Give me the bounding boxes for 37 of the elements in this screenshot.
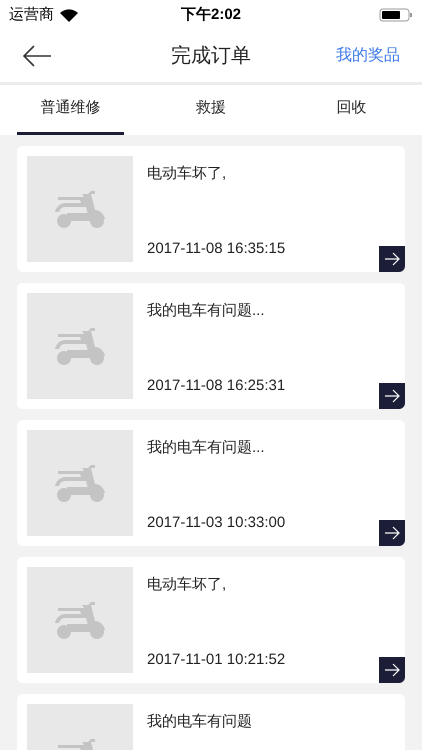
tab[interactable]: 普通维修 xyxy=(17,85,124,135)
status-time: 下午2:02 xyxy=(180,4,242,25)
arrow-right-icon xyxy=(384,252,400,266)
order-title: 我的电车有问题 xyxy=(147,712,252,732)
order-card[interactable]: 我的电车有问题... 2017-11-03 10:33:00 xyxy=(17,420,405,546)
order-card[interactable]: 我的电车有问题... 2017-11-08 16:25:31 xyxy=(17,283,405,409)
arrow-button[interactable] xyxy=(379,383,405,409)
order-time: 2017-11-03 10:33:00 xyxy=(147,512,286,532)
arrow-button[interactable] xyxy=(379,657,405,683)
order-card[interactable]: 电动车坏了, 2017-11-01 10:21:52 xyxy=(17,557,405,683)
tab[interactable]: 救援 xyxy=(158,85,264,135)
order-title: 电动车坏了, xyxy=(147,164,228,184)
arrow-right-icon xyxy=(384,526,400,540)
arrow-button[interactable] xyxy=(379,520,405,546)
order-card[interactable]: 电动车坏了, 2017-11-08 16:35:15 xyxy=(17,146,405,272)
order-time: 2017-11-01 10:21:52 xyxy=(147,650,286,670)
battery-icon xyxy=(379,8,413,22)
scooter-icon xyxy=(53,600,107,640)
order-title: 电动车坏了, xyxy=(147,575,228,595)
arrow-right-icon xyxy=(384,389,400,403)
carrier-label: 运营商 xyxy=(9,4,54,25)
arrow-button[interactable] xyxy=(379,246,405,272)
tab[interactable]: 回收 xyxy=(298,85,406,135)
order-time: 2017-11-08 16:35:15 xyxy=(147,238,286,258)
scooter-icon xyxy=(53,189,107,229)
order-title: 我的电车有问题... xyxy=(147,438,266,458)
wifi-icon xyxy=(60,8,78,22)
arrow-right-icon xyxy=(384,663,400,677)
page-title: 完成订单 xyxy=(171,44,251,69)
order-card[interactable]: 我的电车有问题 xyxy=(17,694,405,750)
back-button[interactable] xyxy=(22,44,54,68)
back-arrow-icon xyxy=(22,45,52,67)
scooter-icon xyxy=(53,326,107,366)
my-prizes-link[interactable]: 我的奖品 xyxy=(336,44,400,68)
scooter-icon xyxy=(53,463,107,503)
order-title: 我的电车有问题... xyxy=(147,301,266,321)
order-time: 2017-11-08 16:25:31 xyxy=(147,376,286,396)
